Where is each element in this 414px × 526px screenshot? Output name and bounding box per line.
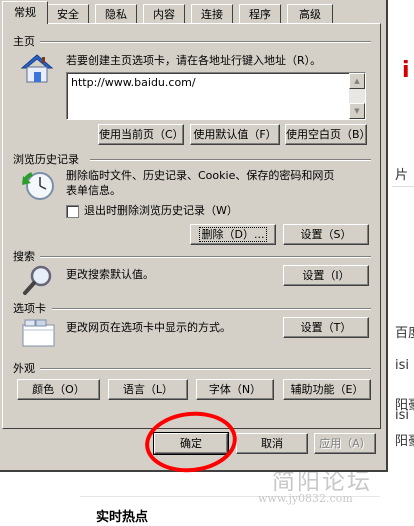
apply-button[interactable]: 应用（A） xyxy=(314,433,376,454)
use-current-button[interactable]: 使用当前页（C） xyxy=(98,124,184,145)
tab-advanced[interactable]: 高级 xyxy=(287,4,333,24)
url-scrollbar[interactable]: ▲ ▼ xyxy=(349,73,365,119)
delete-history-label: 删除（D）... xyxy=(198,227,268,242)
accessibility-button[interactable]: 辅助功能（E） xyxy=(283,379,371,400)
tab-programs[interactable]: 程序 xyxy=(239,4,281,24)
magnifier-icon xyxy=(22,264,54,296)
tabs-icon xyxy=(22,316,56,348)
home-page-description: 若要创建主页选项卡，请在各地址行键入地址（R）。 xyxy=(66,54,322,67)
tabs-section-title: 选项卡 xyxy=(13,302,46,315)
delete-on-exit-checkbox[interactable] xyxy=(66,205,79,218)
bg-text-fragment[interactable]: isi xyxy=(395,358,414,373)
bg-text-fragment[interactable]: 百度 xyxy=(395,322,414,341)
delete-on-exit-label[interactable]: 退出时删除浏览历史记录（W） xyxy=(84,203,238,218)
forum-watermark-url: www.jy0832.com xyxy=(258,492,353,505)
browsing-history-section-title: 浏览历史记录 xyxy=(13,153,79,166)
tab-privacy[interactable]: 隐私 xyxy=(95,4,137,24)
scroll-down-icon[interactable]: ▼ xyxy=(349,103,365,119)
bg-logo-fragment: i xyxy=(402,58,410,83)
section-divider xyxy=(40,368,371,370)
history-settings-button[interactable]: 设置（S） xyxy=(283,224,369,245)
home-icon xyxy=(20,52,54,84)
use-blank-button[interactable]: 使用空白页（B） xyxy=(285,124,371,145)
bg-text-fragment[interactable]: 阳豪 xyxy=(395,430,414,449)
history-icon xyxy=(22,170,56,202)
languages-button[interactable]: 语言（L） xyxy=(108,379,188,400)
tabs-description: 更改网页在选项卡中显示的方式。 xyxy=(66,321,231,334)
colors-button[interactable]: 颜色（O） xyxy=(17,379,100,400)
bg-text-fragment[interactable]: 片 xyxy=(395,164,414,183)
tab-general[interactable]: 常规 xyxy=(2,1,48,24)
fonts-button[interactable]: 字体（N） xyxy=(196,379,274,400)
tab-connections[interactable]: 连接 xyxy=(191,4,233,24)
section-divider xyxy=(40,41,371,43)
section-divider xyxy=(90,159,371,161)
history-description-line1: 删除临时文件、历史记录、Cookie、保存的密码和网页 xyxy=(66,169,335,182)
internet-options-dialog: 常规 安全 隐私 内容 连接 程序 高级 主页 若要创建主页选项卡，请在各地址行… xyxy=(0,0,388,472)
tabs-settings-button[interactable]: 设置（T） xyxy=(283,317,369,338)
delete-history-button[interactable]: 删除（D）... xyxy=(190,224,276,245)
search-section-title: 搜索 xyxy=(13,250,35,263)
bg-divider xyxy=(392,186,414,187)
tab-security[interactable]: 安全 xyxy=(47,4,89,24)
tab-content[interactable]: 内容 xyxy=(143,4,185,24)
use-default-button[interactable]: 使用默认值（F） xyxy=(190,124,280,145)
search-description: 更改搜索默认值。 xyxy=(66,268,154,281)
home-page-section-title: 主页 xyxy=(13,35,35,48)
history-description-line2: 表单信息。 xyxy=(66,184,121,197)
section-divider xyxy=(40,256,371,258)
home-page-url-value[interactable]: http://www.baidu.com/ xyxy=(71,76,196,89)
cancel-button[interactable]: 取消 xyxy=(236,433,308,454)
search-settings-button[interactable]: 设置（I） xyxy=(283,265,369,286)
home-page-url-textarea[interactable]: http://www.baidu.com/ ▲ ▼ xyxy=(66,72,366,120)
appearance-section-title: 外观 xyxy=(13,362,35,375)
scroll-up-icon[interactable]: ▲ xyxy=(349,73,365,89)
bg-text-fragment[interactable]: isi xyxy=(395,408,414,423)
section-divider xyxy=(52,308,371,310)
hot-topics-heading: 实时热点 xyxy=(96,510,149,525)
